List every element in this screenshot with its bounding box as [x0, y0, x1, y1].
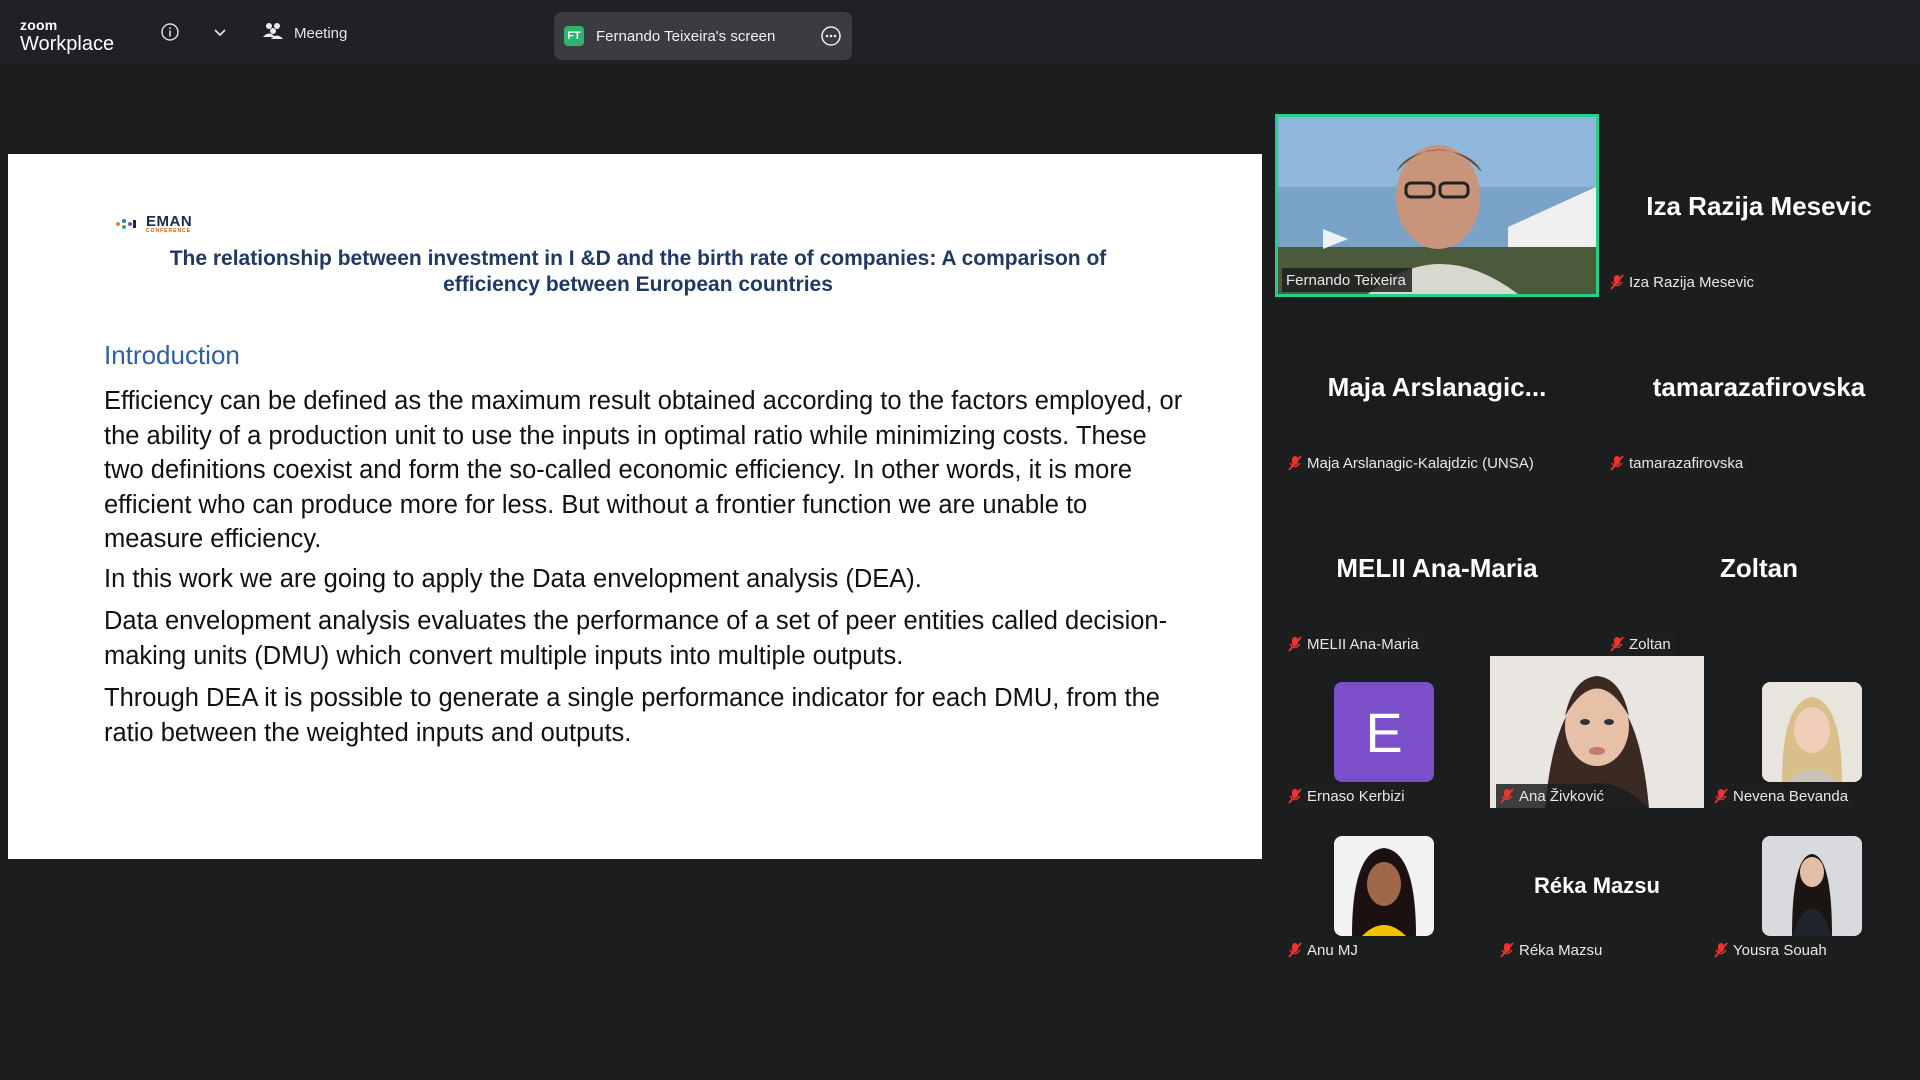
- slide-heading: Introduction: [104, 340, 240, 370]
- participant-name-tag: Zoltan: [1606, 632, 1677, 656]
- top-bar: zoom Workplace Meeting FT Fernando Teixe…: [0, 0, 1920, 64]
- sharer-badge: FT: [564, 26, 584, 46]
- mic-muted-icon: [1500, 942, 1514, 958]
- shared-slide: EMAN CONFERENCE The relationship between…: [8, 154, 1262, 859]
- participant-avatar: E: [1334, 682, 1434, 782]
- eman-logo-text: EMAN CONFERENCE: [146, 213, 193, 234]
- mic-muted-icon: [1610, 636, 1624, 652]
- participant-name-tag: Yousra Souah: [1710, 938, 1833, 962]
- participant-tile-ernaso[interactable]: E Ernaso Kerbizi: [1278, 656, 1490, 808]
- participant-name-tag: Fernando Teixeira: [1282, 268, 1412, 292]
- slide-title: The relationship between investment in I…: [169, 247, 1107, 296]
- meeting-label: Meeting: [294, 24, 348, 42]
- mic-muted-icon: [1288, 788, 1302, 804]
- paragraph-dea-apply: In this work we are going to apply the D…: [104, 564, 922, 593]
- zoom-workplace-logo: zoom Workplace: [20, 18, 114, 54]
- participant-name-tag: Nevena Bevanda: [1710, 784, 1855, 808]
- participant-display-name: Iza Razija Mesevic: [1646, 191, 1872, 221]
- participant-name-tag: Ana Živković: [1496, 784, 1611, 808]
- participant-display-name: Réka Mazsu: [1534, 873, 1660, 898]
- screen-share-indicator[interactable]: FT Fernando Teixeira's screen: [554, 12, 852, 60]
- paragraph-dea-definition: Data envelopment analysis evaluates the …: [104, 607, 1168, 670]
- paragraph-efficiency: Efficiency can be defined as the maximum…: [104, 387, 1183, 553]
- participant-display-name: Maja Arslanagic...: [1327, 372, 1547, 402]
- mic-muted-icon: [1714, 788, 1728, 804]
- mic-muted-icon: [1610, 274, 1624, 290]
- mic-muted-icon: [1288, 942, 1302, 958]
- participant-tile-yousra[interactable]: Yousra Souah: [1704, 810, 1920, 962]
- eman-logo-icon: [116, 219, 136, 229]
- brand-small: zoom: [20, 17, 58, 33]
- paragraph-dea-indicator: Through DEA it is possible to generate a…: [104, 684, 1160, 747]
- participant-name-tag: Anu MJ: [1284, 938, 1364, 962]
- participant-tile-maja[interactable]: Maja Arslanagic... Maja Arslanagic-Kalaj…: [1278, 298, 1596, 475]
- slide-body: Efficiency can be defined as the maximum…: [104, 384, 1184, 755]
- participant-display-name: tamarazafirovska: [1652, 372, 1866, 402]
- participant-name-tag: MELII Ana-Maria: [1284, 632, 1425, 656]
- participant-name-tag: Ernaso Kerbizi: [1284, 784, 1411, 808]
- participant-tile-fernando[interactable]: Fernando Teixeira: [1275, 114, 1599, 297]
- participant-tile-tamara[interactable]: tamarazafirovska tamarazafirovska: [1600, 298, 1918, 475]
- mic-muted-icon: [1288, 455, 1302, 471]
- brand-large: Workplace: [20, 33, 115, 55]
- participant-avatar: [1334, 836, 1434, 936]
- participant-tile-zoltan[interactable]: Zoltan Zoltan: [1600, 479, 1918, 656]
- participant-avatar: [1762, 836, 1862, 936]
- participant-name-tag: Maja Arslanagic-Kalajdzic (UNSA): [1284, 451, 1540, 475]
- participant-name-tag: Réka Mazsu: [1496, 938, 1609, 962]
- participant-name-tag: Iza Razija Mesevic: [1606, 270, 1761, 294]
- eman-logo-subtext: CONFERENCE: [146, 228, 192, 234]
- participant-tile-nevena[interactable]: Nevena Bevanda: [1704, 656, 1920, 808]
- chevron-down-icon[interactable]: [212, 24, 228, 40]
- info-icon[interactable]: [160, 22, 180, 42]
- meeting-button[interactable]: Meeting: [262, 22, 347, 44]
- more-options-icon[interactable]: [820, 25, 842, 47]
- participant-tile-iza[interactable]: Iza Razija Mesevic Iza Razija Mesevic: [1600, 117, 1918, 294]
- participant-display-name: Zoltan: [1720, 553, 1798, 583]
- participant-name-tag: tamarazafirovska: [1606, 451, 1750, 475]
- participant-tile-reka[interactable]: Réka Mazsu Réka Mazsu: [1490, 810, 1704, 962]
- mic-muted-icon: [1714, 942, 1728, 958]
- mic-muted-icon: [1610, 455, 1624, 471]
- share-label: Fernando Teixeira's screen: [596, 27, 776, 45]
- participant-display-name: MELII Ana-Maria: [1336, 553, 1538, 583]
- participant-tile-ana[interactable]: Ana Živković: [1490, 656, 1704, 808]
- mic-muted-icon: [1500, 788, 1514, 804]
- eman-logo: EMAN CONFERENCE: [114, 214, 192, 234]
- participant-avatar: [1762, 682, 1862, 782]
- participant-tile-anu[interactable]: Anu MJ: [1278, 810, 1490, 962]
- participant-tile-melii[interactable]: MELII Ana-Maria MELII Ana-Maria: [1278, 479, 1596, 656]
- participants-icon: [262, 21, 284, 45]
- mic-muted-icon: [1288, 636, 1302, 652]
